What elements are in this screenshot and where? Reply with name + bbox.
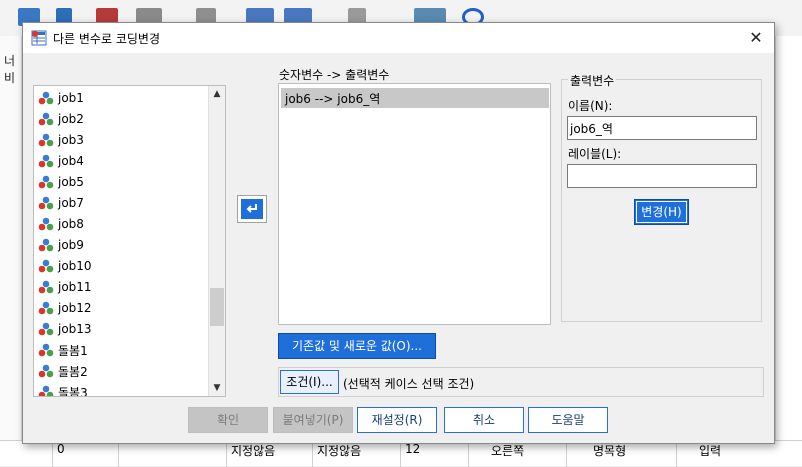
grid-cell[interactable]: 입력 <box>676 441 776 467</box>
old-new-values-button[interactable]: 기존값 및 새로운 값(O)... <box>278 333 436 359</box>
list-item[interactable]: 돌봄3 <box>38 382 88 397</box>
variable-name: job7 <box>58 196 84 210</box>
grid-cell[interactable]: 12 <box>400 441 468 467</box>
dialog-titlebar[interactable]: 다른 변수로 코딩변경 ✕ <box>23 23 774 53</box>
ok-button[interactable]: 확인 <box>188 407 268 433</box>
name-field[interactable]: job6_역 <box>567 116 757 140</box>
condition-text: (선택적 케이스 선택 조건) <box>343 377 475 391</box>
width-label: 너비 <box>4 54 16 85</box>
label-label: 레이블(L): <box>568 147 622 161</box>
recode-dialog: 다른 변수로 코딩변경 ✕ job1 job2 job3 job4 job5 job7 jo… <box>22 22 775 444</box>
list-item[interactable]: job2 <box>38 109 84 129</box>
label-field[interactable] <box>567 164 757 188</box>
grid-cell[interactable] <box>118 441 226 467</box>
nominal-variable-icon <box>38 343 54 357</box>
variable-name: job13 <box>58 322 92 336</box>
nominal-variable-icon <box>38 112 54 126</box>
variable-name: job8 <box>58 217 84 231</box>
list-item[interactable]: job9 <box>38 235 84 255</box>
grid-cell[interactable]: 지정않음 <box>226 441 312 467</box>
move-variable-button[interactable] <box>237 195 267 223</box>
list-item[interactable]: 돌봄1 <box>38 340 88 360</box>
list-item[interactable]: job13 <box>38 319 92 339</box>
list-item[interactable]: job12 <box>38 298 92 318</box>
nominal-variable-icon <box>38 217 54 231</box>
reset-button[interactable]: 재설정(R) <box>357 407 437 433</box>
nominal-variable-icon <box>38 175 54 189</box>
condition-button[interactable]: 조건(I)... <box>280 370 339 394</box>
paste-button[interactable]: 붙여넣기(P) <box>273 407 353 433</box>
list-scrollbar[interactable]: ▲ ▼ <box>208 86 225 396</box>
variable-name: 돌봄1 <box>58 343 88 358</box>
list-item[interactable]: job11 <box>38 277 92 297</box>
scroll-down-icon[interactable]: ▼ <box>209 380 225 396</box>
nominal-variable-icon <box>38 364 54 378</box>
variable-name: job3 <box>58 133 84 147</box>
dialog-title: 다른 변수로 코딩변경 <box>53 32 160 46</box>
variable-name: job9 <box>58 238 84 252</box>
output-variable-title: 출력변수 <box>568 72 617 89</box>
list-item[interactable]: job8 <box>38 214 84 234</box>
cancel-button[interactable]: 취소 <box>444 407 524 433</box>
nominal-variable-icon <box>38 280 54 294</box>
list-item[interactable]: job5 <box>38 172 84 192</box>
variable-name: job12 <box>58 301 92 315</box>
nominal-variable-icon <box>38 91 54 105</box>
help-button[interactable]: 도움말 <box>528 407 608 433</box>
variable-name: 돌봄3 <box>58 385 88 397</box>
nominal-variable-icon <box>38 196 54 210</box>
grid-cell[interactable]: 오른쪽 <box>468 441 566 467</box>
variable-name: job1 <box>58 91 84 105</box>
grid-cell[interactable]: 명목형 <box>566 441 676 467</box>
name-label: 이름(N): <box>568 99 613 113</box>
variable-name: 돌봄2 <box>58 364 88 379</box>
list-item[interactable]: job3 <box>38 130 84 150</box>
grid-cell[interactable]: 지정않음 <box>312 441 400 467</box>
close-button[interactable]: ✕ <box>744 27 768 49</box>
background-left-panel: 너비 <box>0 36 22 466</box>
list-item[interactable]: job6 --> job6_역 <box>281 88 549 108</box>
list-item[interactable]: 돌봄2 <box>38 361 88 381</box>
nominal-variable-icon <box>38 322 54 336</box>
arrow-left-icon <box>241 199 263 219</box>
list-item[interactable]: job10 <box>38 256 92 276</box>
recode-app-icon <box>31 30 47 46</box>
list-item[interactable]: job1 <box>38 88 84 108</box>
nominal-variable-icon <box>38 133 54 147</box>
change-button[interactable]: 변경(H) <box>634 199 689 225</box>
nominal-variable-icon <box>38 301 54 315</box>
variable-name: job4 <box>58 154 84 168</box>
scroll-up-icon[interactable]: ▲ <box>209 86 225 102</box>
source-variable-list[interactable]: job1 job2 job3 job4 job5 job7 job8 job9 job10 job… <box>33 85 226 397</box>
variable-name: job5 <box>58 175 84 189</box>
nominal-variable-icon <box>38 238 54 252</box>
numeric-output-list[interactable]: job6 --> job6_역 <box>278 83 551 325</box>
scroll-thumb[interactable] <box>210 288 224 326</box>
io-panel-label: 숫자변수 -> 출력변수 <box>279 68 390 82</box>
variable-name: job10 <box>58 259 92 273</box>
variable-name: job11 <box>58 280 92 294</box>
background-right-panel <box>775 36 802 466</box>
nominal-variable-icon <box>38 154 54 168</box>
list-item[interactable]: job7 <box>38 193 84 213</box>
variable-name: job2 <box>58 112 84 126</box>
list-item[interactable]: job4 <box>38 151 84 171</box>
nominal-variable-icon <box>38 385 54 396</box>
grid-cell[interactable]: 0 <box>52 441 118 467</box>
nominal-variable-icon <box>38 259 54 273</box>
